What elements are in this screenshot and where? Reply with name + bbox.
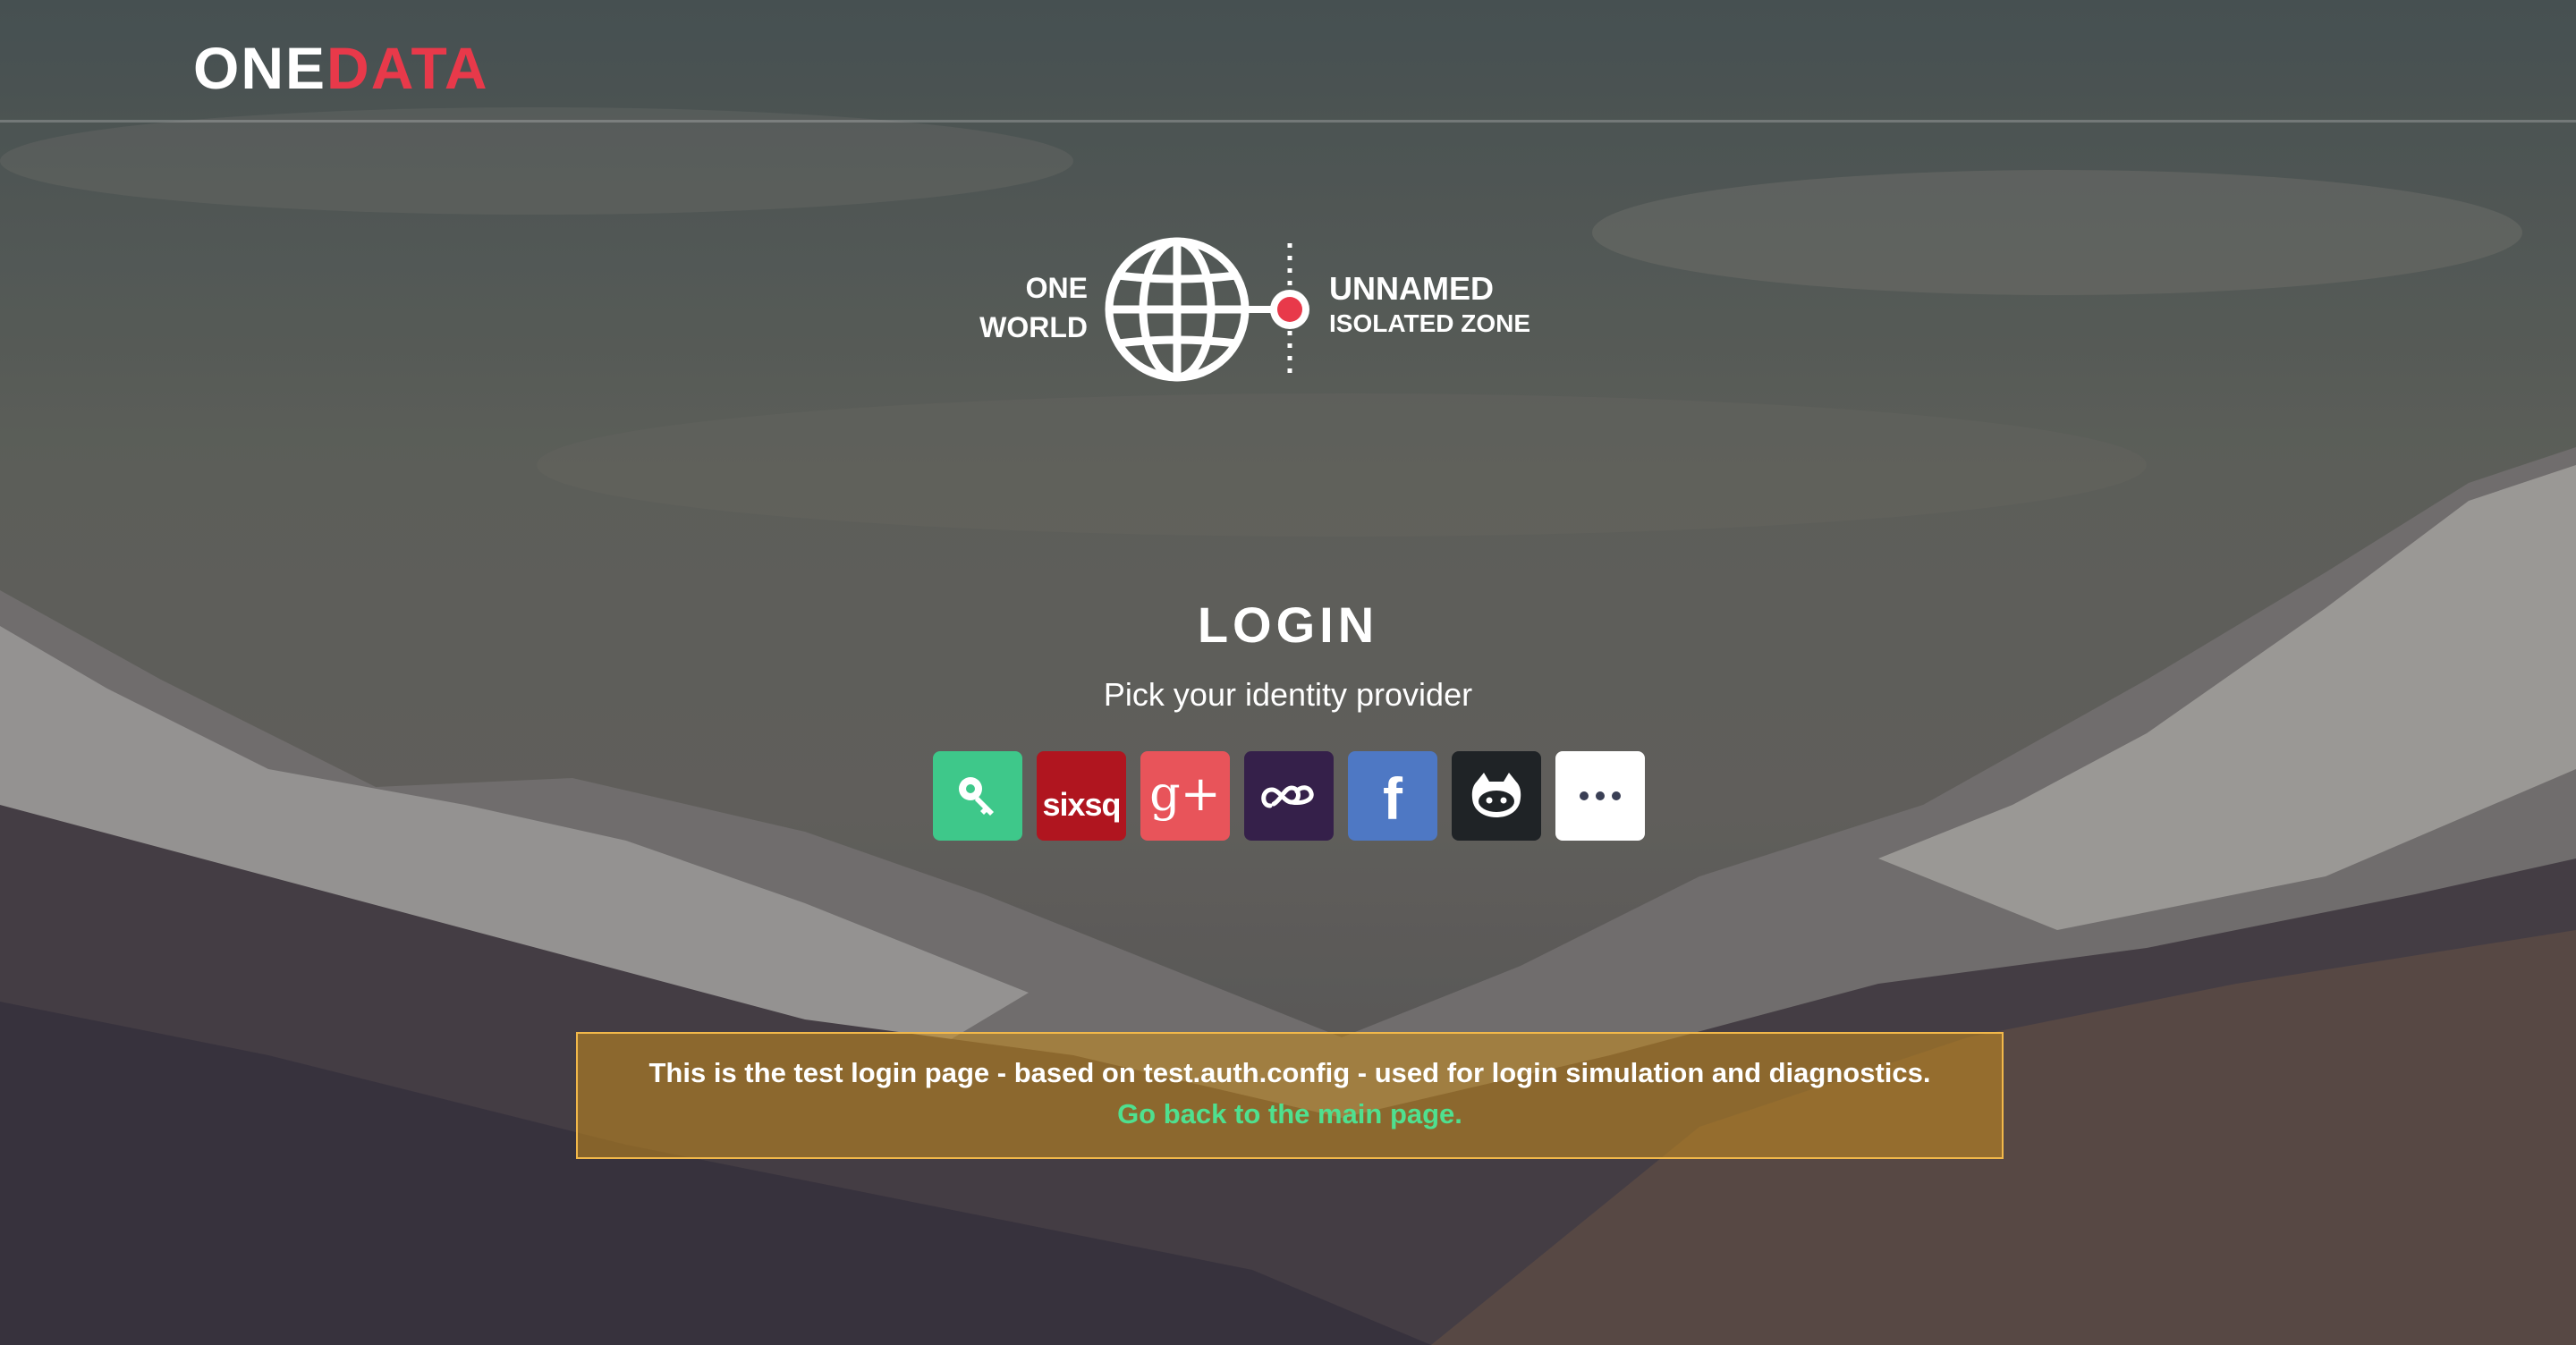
identity-provider-list: sixsq g+ f: [933, 751, 1645, 841]
basic-auth-provider-button[interactable]: [933, 751, 1022, 841]
facebook-provider-button[interactable]: f: [1348, 751, 1437, 841]
ellipsis-icon: [1580, 791, 1621, 800]
sixsq-label: sixsq: [1042, 786, 1121, 823]
zone-type: ISOLATED ZONE: [1329, 309, 1531, 337]
infinity-cloud-icon: [1261, 785, 1314, 808]
github-provider-button[interactable]: [1452, 751, 1541, 841]
facebook-icon: f: [1383, 766, 1402, 832]
zone-name: UNNAMED: [1329, 270, 1494, 307]
notice-message: This is the test login page - based on t…: [648, 1057, 1931, 1088]
top-bar: ONEDATA: [0, 0, 2576, 123]
logo-accent: DATA: [326, 35, 489, 101]
key-icon: [959, 777, 994, 816]
login-subtitle: Pick your identity provider: [1103, 676, 1473, 713]
login-title: LOGIN: [1197, 596, 1379, 653]
test-login-notice: This is the test login page - based on t…: [576, 1032, 2004, 1159]
github-octocat-icon: [1471, 773, 1521, 817]
zone-label: UNNAMED ISOLATED ZONE: [1329, 270, 1530, 340]
google-provider-button[interactable]: g+: [1140, 751, 1230, 841]
more-providers-button[interactable]: [1555, 751, 1645, 841]
back-to-main-link[interactable]: Go back to the main page.: [578, 1098, 2002, 1130]
onedata-logo[interactable]: ONEDATA: [193, 34, 489, 102]
google-plus-icon: g+: [1149, 765, 1221, 822]
sixsq-provider-button[interactable]: sixsq: [1037, 751, 1126, 841]
logo-prefix: ONE: [193, 35, 327, 101]
elixir-provider-button[interactable]: [1244, 751, 1334, 841]
